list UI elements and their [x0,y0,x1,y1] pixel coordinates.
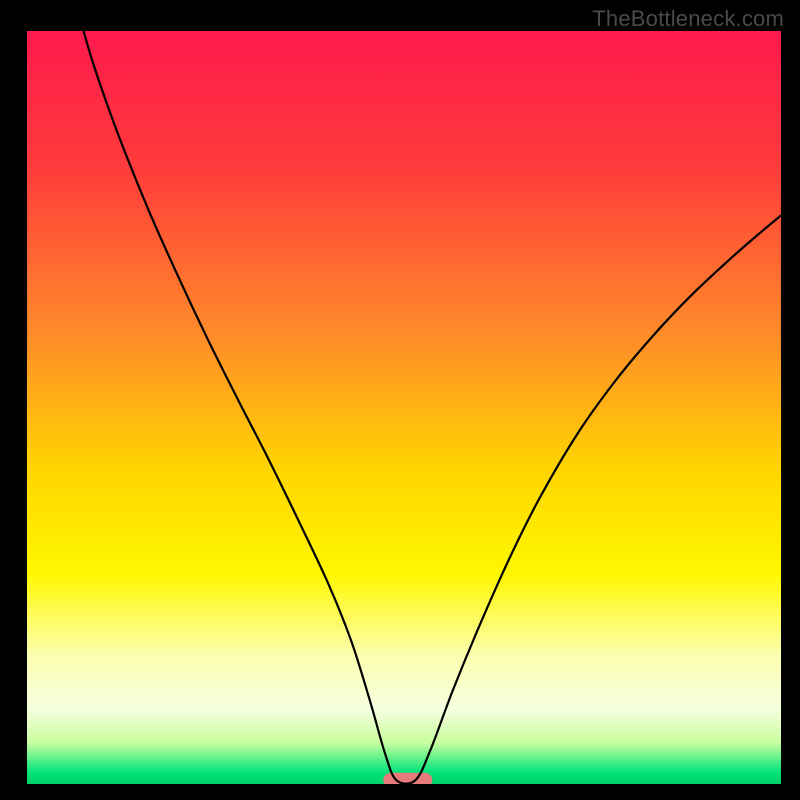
bottleneck-chart [0,0,800,800]
watermark-label: TheBottleneck.com [592,6,784,32]
optimal-marker [383,773,432,788]
chart-frame: TheBottleneck.com [0,0,800,800]
plot-background [27,31,781,784]
